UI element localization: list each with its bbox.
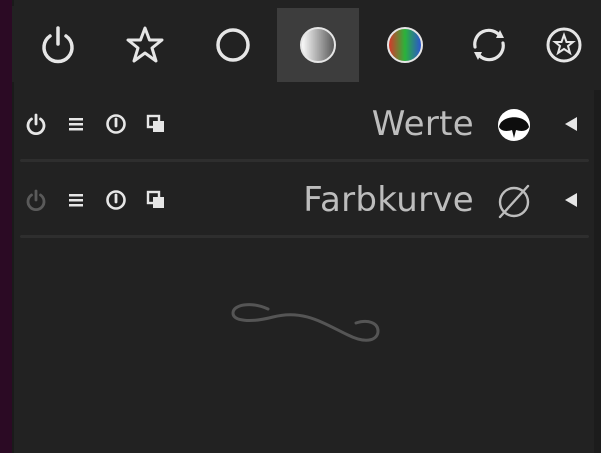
module-multi-instance-button[interactable] bbox=[142, 110, 170, 138]
module-group-tabbar bbox=[12, 6, 601, 82]
power-icon bbox=[26, 113, 46, 136]
module-levels[interactable]: Werte bbox=[12, 86, 589, 162]
star-icon bbox=[126, 26, 164, 63]
module-multi-instance-button[interactable] bbox=[142, 186, 170, 214]
module-color-curve[interactable]: Farbkurve bbox=[12, 162, 589, 238]
gradient-sphere-icon bbox=[300, 27, 336, 63]
rotate-arrows-icon bbox=[473, 28, 505, 62]
tab-basic[interactable] bbox=[192, 8, 274, 82]
reset-icon bbox=[106, 114, 126, 134]
circle-icon bbox=[216, 28, 250, 62]
tab-effect[interactable] bbox=[534, 8, 594, 82]
module-presets-button[interactable] bbox=[62, 110, 90, 138]
module-reset-button[interactable] bbox=[102, 186, 130, 214]
hamburger-menu-icon bbox=[69, 194, 83, 207]
tab-color[interactable] bbox=[364, 8, 446, 82]
module-presets-button[interactable] bbox=[62, 186, 90, 214]
color-sphere-icon bbox=[387, 27, 423, 63]
multi-instance-icon bbox=[146, 114, 164, 132]
module-enable-toggle[interactable] bbox=[22, 186, 50, 214]
module-enable-toggle[interactable] bbox=[22, 110, 50, 138]
expand-arrow-icon[interactable] bbox=[561, 190, 581, 210]
levels-icon bbox=[493, 104, 535, 146]
scrollbar[interactable] bbox=[594, 90, 601, 453]
tab-tone[interactable] bbox=[277, 8, 359, 82]
module-title: Werte bbox=[371, 104, 474, 144]
star-circle-icon bbox=[546, 27, 582, 63]
module-reset-button[interactable] bbox=[102, 110, 130, 138]
tab-active-modules[interactable] bbox=[17, 8, 99, 82]
reset-icon bbox=[106, 190, 126, 210]
multi-instance-icon bbox=[146, 190, 164, 208]
tab-favorites[interactable] bbox=[104, 8, 186, 82]
no-curve-icon bbox=[493, 180, 535, 222]
hamburger-menu-icon bbox=[69, 118, 83, 131]
flourish-ornament-icon bbox=[231, 303, 380, 342]
expand-arrow-icon[interactable] bbox=[561, 114, 581, 134]
power-icon bbox=[42, 26, 74, 64]
module-title: Farbkurve bbox=[303, 180, 474, 220]
power-icon bbox=[26, 189, 46, 212]
tab-correct[interactable] bbox=[448, 8, 530, 82]
module-list-end bbox=[12, 238, 594, 453]
